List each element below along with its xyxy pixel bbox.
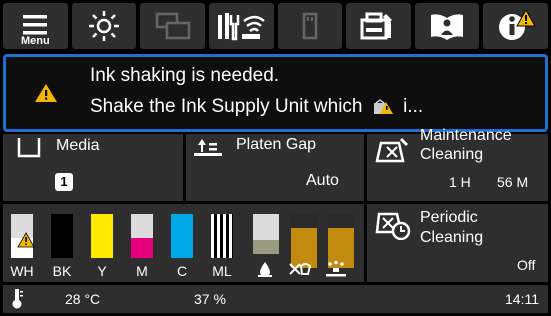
ink-cartridge-wh	[11, 214, 35, 258]
periodic-label-1: Periodic	[420, 209, 478, 226]
ink-level-fill	[131, 238, 153, 258]
brightness-button[interactable]	[71, 3, 137, 49]
platen-gap-value: Auto	[306, 172, 339, 189]
platen-gap-panel[interactable]: Platen Gap Auto	[186, 134, 364, 201]
maintenance-button[interactable]	[346, 3, 411, 49]
ink-cartridge-bk	[51, 214, 73, 258]
media-panel[interactable]: Media 1	[3, 134, 183, 201]
pretreatment-tank	[328, 214, 354, 268]
status-bar: 28 °C 37 % 14:11	[3, 285, 548, 313]
ink-label-m: M	[136, 263, 148, 279]
maintenance-icon	[360, 12, 393, 40]
network-wifi-icon	[218, 13, 266, 41]
usb-button[interactable]	[277, 3, 343, 49]
ink-cartridge-ml	[211, 214, 233, 258]
ink-level-fill	[171, 214, 193, 258]
warning-icon	[35, 84, 57, 102]
ink-label-ml: ML	[212, 263, 232, 279]
waste-ink-icon	[258, 262, 272, 277]
ink-label-bk: BK	[52, 263, 72, 279]
tank-level-fill	[253, 240, 279, 254]
periodic-cleaning-icon	[375, 212, 411, 240]
brightness-icon	[88, 11, 119, 41]
alert-line-1: Ink shaking is needed.	[90, 65, 280, 86]
ink-label-y: Y	[97, 263, 107, 279]
ink-cartridge-c	[171, 214, 193, 258]
alert-line-2: Shake the Ink Supply Unit which i...	[90, 96, 423, 118]
manual-button[interactable]	[414, 3, 480, 49]
ink-level-fill	[51, 214, 73, 258]
ink-cartridge-y	[91, 214, 113, 258]
top-toolbar: Menu	[0, 0, 551, 52]
ink-warning-icon	[17, 232, 35, 248]
clock-time: 14:11	[505, 291, 539, 307]
copy-icon	[155, 12, 190, 40]
alert-line-2-start: Shake the Ink Supply Unit which	[90, 96, 363, 117]
info-icon	[498, 9, 536, 40]
ink-label-wh: WH	[10, 263, 34, 279]
media-label: Media	[56, 137, 100, 154]
platen-gap-label: Platen Gap	[236, 136, 317, 153]
menu-button[interactable]: Menu	[3, 3, 68, 49]
ink-level-fill	[211, 214, 233, 258]
cleaning-liquid-tank	[291, 214, 317, 268]
ink-level-fill	[91, 214, 113, 258]
periodic-cleaning-panel[interactable]: Periodic Cleaning Off	[367, 204, 548, 282]
waste-ink-tank	[253, 214, 279, 254]
periodic-label-2: Cleaning	[420, 229, 484, 246]
pretreatment-icon	[326, 260, 346, 277]
info-button[interactable]	[483, 3, 548, 49]
maintenance-label-1: Maintenance	[420, 127, 512, 144]
ink-supply-unit-icon	[373, 99, 393, 114]
manual-icon	[431, 14, 464, 40]
usb-icon	[302, 12, 318, 40]
maintenance-cleaning-icon	[375, 137, 409, 163]
maintenance-cleaning-panel[interactable]: Maintenance Cleaning 1 H 56 M	[367, 127, 548, 201]
periodic-value: Off	[517, 257, 536, 273]
maintenance-value-hours: 1 H	[449, 174, 471, 190]
menu-label: Menu	[20, 35, 50, 47]
alert-banner[interactable]: Ink shaking is needed. Shake the Ink Sup…	[3, 54, 548, 132]
ink-cartridge-m	[131, 214, 153, 258]
maintenance-value-minutes: 56 M	[497, 174, 529, 190]
media-icon	[17, 138, 41, 158]
alert-line-2-end: i...	[403, 96, 424, 117]
platen-gap-icon	[194, 139, 222, 156]
humidity-value: 37 %	[194, 291, 226, 307]
maintenance-label-2: Cleaning	[420, 146, 484, 163]
ink-levels-panel[interactable]: WH BK Y M C ML	[3, 204, 364, 282]
cleaning-liquid-icon	[289, 263, 312, 275]
temperature-value: 28 °C	[65, 291, 101, 307]
ink-label-c: C	[176, 263, 188, 279]
media-badge: 1	[55, 173, 73, 191]
thermometer-icon	[12, 289, 23, 309]
network-button[interactable]	[208, 3, 274, 49]
copy-button[interactable]	[140, 3, 205, 49]
